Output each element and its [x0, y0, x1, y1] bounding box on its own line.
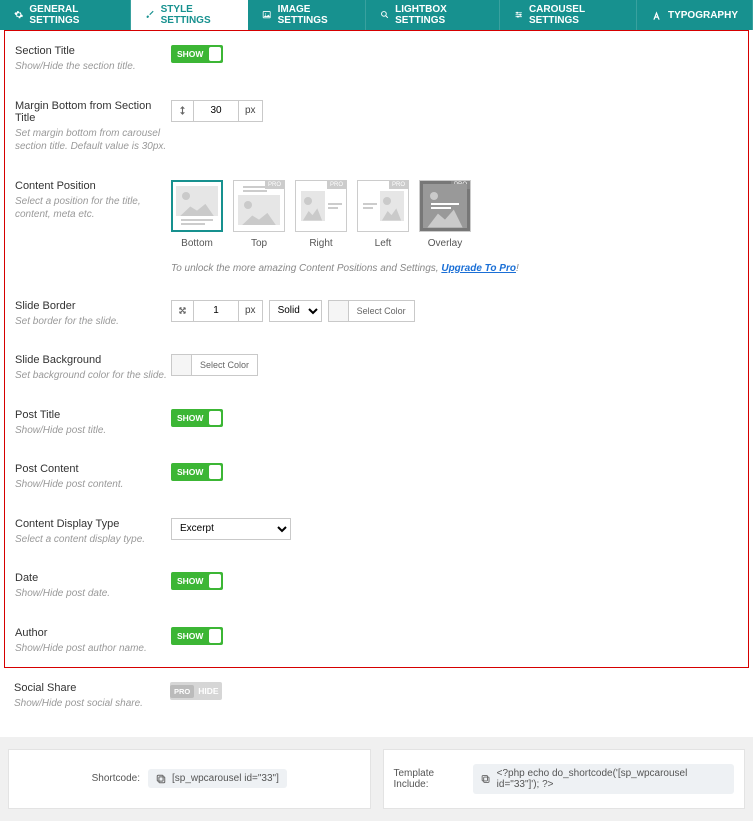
- section-title-toggle[interactable]: SHOW: [171, 45, 223, 63]
- position-option-right[interactable]: PRO: [295, 180, 347, 232]
- position-option-top[interactable]: PRO: [233, 180, 285, 232]
- slide-bg-label: Slide Background: [15, 354, 171, 366]
- margin-bottom-input-group: px: [171, 100, 263, 122]
- tab-image[interactable]: IMAGE SETTINGS: [248, 0, 365, 30]
- content-display-type-label: Content Display Type: [15, 518, 171, 530]
- bg-color-picker[interactable]: Select Color: [171, 354, 258, 376]
- tab-label: LIGHTBOX SETTINGS: [395, 4, 484, 26]
- brush-icon: [145, 10, 154, 21]
- section-title-label: Section Title: [15, 45, 171, 57]
- tab-label: CAROUSEL SETTINGS: [529, 4, 622, 26]
- pro-badge: PRO: [389, 181, 408, 189]
- position-option-bottom[interactable]: [171, 180, 223, 232]
- template-text: <?php echo do_shortcode('[sp_wpcarousel …: [497, 768, 726, 790]
- gear-icon: [14, 10, 23, 21]
- tab-label: IMAGE SETTINGS: [278, 4, 351, 26]
- post-content-label: Post Content: [15, 463, 171, 475]
- copy-icon: [156, 774, 166, 784]
- content-display-type-desc: Select a content display type.: [15, 533, 171, 547]
- shortcode-copy[interactable]: [sp_wpcarousel id="33"]: [148, 769, 287, 788]
- author-label: Author: [15, 627, 171, 639]
- post-content-desc: Show/Hide post content.: [15, 478, 171, 492]
- tab-label: STYLE SETTINGS: [161, 4, 234, 26]
- arrows-vertical-icon: [171, 100, 194, 122]
- date-label: Date: [15, 572, 171, 584]
- social-share-label: Social Share: [14, 682, 170, 694]
- tab-general[interactable]: GENERAL SETTINGS: [0, 0, 131, 30]
- search-icon: [380, 10, 389, 21]
- unlock-note: To unlock the more amazing Content Posit…: [171, 263, 738, 274]
- style-settings-panel: Section Title Show/Hide the section titl…: [0, 30, 753, 737]
- copy-icon: [481, 774, 490, 784]
- footer-codes: Shortcode: [sp_wpcarousel id="33"] Templ…: [0, 737, 753, 821]
- slide-border-label: Slide Border: [15, 300, 171, 312]
- margin-bottom-label: Margin Bottom from Section Title: [15, 100, 171, 124]
- author-toggle[interactable]: SHOW: [171, 627, 223, 645]
- margin-bottom-unit: px: [239, 100, 263, 122]
- post-content-toggle[interactable]: SHOW: [171, 463, 223, 481]
- tab-carousel[interactable]: CAROUSEL SETTINGS: [500, 0, 637, 30]
- slide-border-desc: Set border for the slide.: [15, 315, 171, 329]
- upgrade-link[interactable]: Upgrade To Pro: [441, 263, 516, 274]
- content-display-type-select[interactable]: Excerpt: [171, 518, 291, 540]
- expand-icon: [171, 300, 194, 322]
- tab-label: GENERAL SETTINGS: [29, 4, 116, 26]
- shortcode-label: Shortcode:: [92, 773, 140, 784]
- section-title-desc: Show/Hide the section title.: [15, 60, 171, 74]
- position-option-left[interactable]: PRO: [357, 180, 409, 232]
- template-copy[interactable]: <?php echo do_shortcode('[sp_wpcarousel …: [473, 764, 734, 794]
- pro-badge: PRO: [265, 181, 284, 189]
- content-position-desc: Select a position for the title, content…: [15, 195, 171, 222]
- border-width-unit: px: [239, 300, 263, 322]
- color-swatch: [329, 301, 349, 321]
- tab-lightbox[interactable]: LIGHTBOX SETTINGS: [366, 0, 500, 30]
- social-share-desc: Show/Hide post social share.: [14, 697, 170, 711]
- highlighted-settings: Section Title Show/Hide the section titl…: [4, 30, 749, 668]
- post-title-desc: Show/Hide post title.: [15, 424, 171, 438]
- date-toggle[interactable]: SHOW: [171, 572, 223, 590]
- slide-bg-desc: Set background color for the slide.: [15, 369, 171, 383]
- template-box: Template Include: <?php echo do_shortcod…: [383, 749, 746, 809]
- tab-style[interactable]: STYLE SETTINGS: [131, 0, 248, 30]
- pro-badge: PRO: [170, 685, 194, 698]
- template-label: Template Include:: [394, 768, 466, 790]
- shortcode-box: Shortcode: [sp_wpcarousel id="33"]: [8, 749, 371, 809]
- border-color-picker[interactable]: Select Color: [328, 300, 415, 322]
- border-style-select[interactable]: Solid: [269, 300, 322, 322]
- social-share-toggle[interactable]: PRO HIDE: [170, 682, 222, 700]
- image-icon: [262, 10, 271, 21]
- settings-tabs: GENERAL SETTINGS STYLE SETTINGS IMAGE SE…: [0, 0, 753, 30]
- color-swatch: [172, 355, 192, 375]
- post-title-label: Post Title: [15, 409, 171, 421]
- author-desc: Show/Hide post author name.: [15, 642, 171, 656]
- pro-badge: PRO: [327, 181, 346, 189]
- border-width-group: px: [171, 300, 263, 322]
- tab-typography[interactable]: TYPOGRAPHY: [637, 0, 753, 30]
- date-desc: Show/Hide post date.: [15, 587, 171, 601]
- shortcode-text: [sp_wpcarousel id="33"]: [172, 773, 279, 784]
- margin-bottom-desc: Set margin bottom from carousel section …: [15, 127, 171, 154]
- content-position-label: Content Position: [15, 180, 171, 192]
- border-width-input[interactable]: [200, 305, 232, 316]
- font-icon: [651, 10, 662, 21]
- tab-label: TYPOGRAPHY: [668, 10, 738, 21]
- margin-bottom-input[interactable]: [200, 105, 232, 116]
- sliders-icon: [514, 10, 523, 21]
- post-title-toggle[interactable]: SHOW: [171, 409, 223, 427]
- position-option-overlay[interactable]: PRO: [419, 180, 471, 232]
